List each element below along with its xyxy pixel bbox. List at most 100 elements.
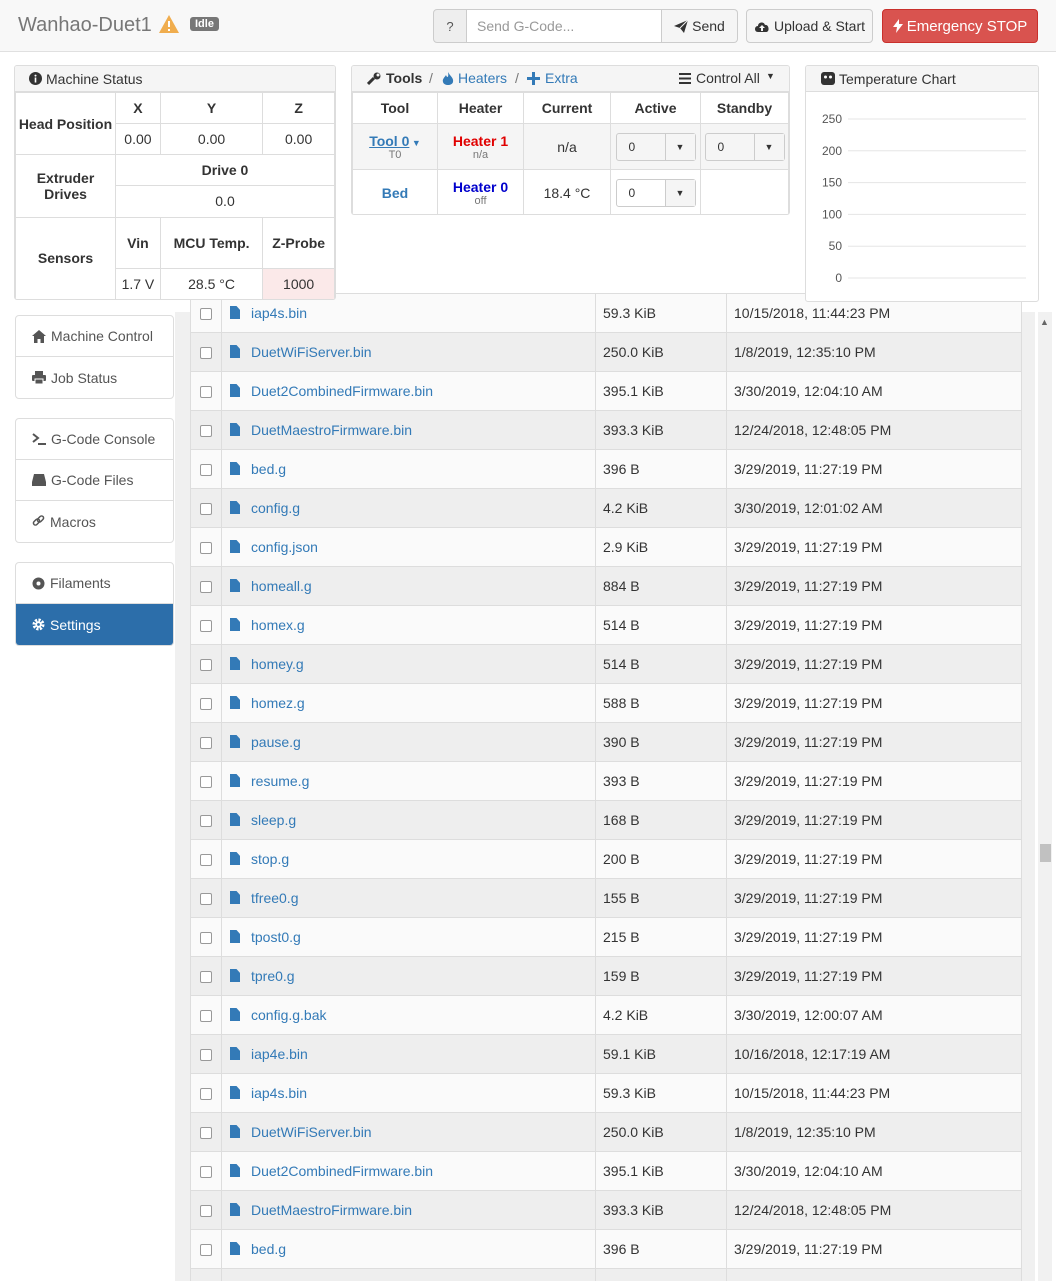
table-row: config.g4.2 KiB3/30/2019, 12:01:02 AM xyxy=(190,488,1022,528)
file-name-link[interactable]: bed.g xyxy=(251,461,286,477)
scrollbar-thumb[interactable] xyxy=(1040,844,1051,862)
page-scrollbar[interactable]: ▲ xyxy=(1038,312,1052,1281)
file-name-link[interactable]: DuetWiFiServer.bin xyxy=(251,1124,372,1140)
sidebar-item-label: G-Code Console xyxy=(51,431,156,447)
file-icon xyxy=(230,1086,240,1099)
file-name-link[interactable]: tpre0.g xyxy=(251,968,295,984)
sidebar-item-machine-control[interactable]: Machine Control xyxy=(16,316,173,357)
send-button[interactable]: Send xyxy=(662,9,738,43)
sidebar-item-macros[interactable]: Macros xyxy=(16,501,173,542)
file-name-link[interactable]: Duet2CombinedFirmware.bin xyxy=(251,1163,433,1179)
row-checkbox[interactable] xyxy=(200,425,212,438)
file-name-link[interactable]: resume.g xyxy=(251,773,309,789)
row-checkbox[interactable] xyxy=(200,1127,212,1140)
tool-0-active-input[interactable]: 0 ▼ xyxy=(615,132,696,161)
file-name-link[interactable]: DuetMaestroFirmware.bin xyxy=(251,422,412,438)
sidebar-item-filaments[interactable]: Filaments xyxy=(16,563,173,604)
row-checkbox[interactable] xyxy=(200,1166,212,1179)
upload-start-button[interactable]: Upload & Start xyxy=(746,9,873,43)
row-checkbox[interactable] xyxy=(200,854,212,867)
row-checkbox[interactable] xyxy=(200,620,212,633)
heater-0-cell[interactable]: Heater 0 off xyxy=(437,169,524,214)
file-name-link[interactable]: iap4s.bin xyxy=(251,1085,307,1101)
gcode-help-button[interactable]: ? xyxy=(433,9,467,43)
file-name-link[interactable]: sleep.g xyxy=(251,812,296,828)
row-checkbox[interactable] xyxy=(200,659,212,672)
row-checkbox[interactable] xyxy=(200,581,212,594)
tab-heaters[interactable]: Heaters xyxy=(458,70,507,86)
file-name-link[interactable]: pause.g xyxy=(251,734,301,750)
bed-active-input[interactable]: 0 ▼ xyxy=(615,178,696,207)
file-name-link[interactable]: DuetMaestroFirmware.bin xyxy=(251,1202,412,1218)
file-size: 59.3 KiB xyxy=(595,1073,727,1113)
heater-1-cell[interactable]: Heater 1 n/a xyxy=(437,123,524,170)
control-all-dropdown[interactable]: Control All xyxy=(696,70,760,86)
file-name-link[interactable]: DuetWiFiServer.bin xyxy=(251,344,372,360)
sidebar-item-settings[interactable]: Settings xyxy=(16,604,173,645)
file-name-link[interactable]: tpost0.g xyxy=(251,929,301,945)
row-checkbox[interactable] xyxy=(200,464,212,477)
tool-0-link[interactable]: Tool 0 xyxy=(369,133,409,149)
row-checkbox[interactable] xyxy=(200,1205,212,1218)
file-name-link[interactable]: iap4s.bin xyxy=(251,305,307,321)
gcode-input[interactable]: Send G-Code... xyxy=(467,9,662,43)
row-checkbox-cell xyxy=(190,1190,222,1230)
row-checkbox[interactable] xyxy=(200,932,212,945)
row-checkbox[interactable] xyxy=(200,737,212,750)
chevron-down-icon[interactable]: ▼ xyxy=(664,133,695,160)
row-checkbox[interactable] xyxy=(200,1049,212,1062)
sidebar-item-gcode-console[interactable]: G-Code Console xyxy=(16,419,173,460)
machine-name[interactable]: Wanhao-Duet1 xyxy=(18,14,152,37)
row-checkbox[interactable] xyxy=(200,893,212,906)
file-name-link[interactable]: homex.g xyxy=(251,617,305,633)
file-name-link[interactable]: tfree0.g xyxy=(251,890,298,906)
row-checkbox[interactable] xyxy=(200,542,212,555)
gcode-input-group: ? Send G-Code... Send xyxy=(433,9,738,43)
sidebar-item-gcode-files[interactable]: G-Code Files xyxy=(16,460,173,501)
file-date: 3/30/2019, 12:01:02 AM xyxy=(726,488,1022,528)
file-size: 59.1 KiB xyxy=(595,1034,727,1074)
sidebar-item-label: Macros xyxy=(50,513,96,530)
scroll-up-arrow-icon[interactable]: ▲ xyxy=(1040,317,1049,327)
bed-link[interactable]: Bed xyxy=(382,185,408,201)
table-row: config.g4.2 KiB3/30/2019, 12:01:02 AM xyxy=(190,1268,1022,1281)
row-checkbox[interactable] xyxy=(200,698,212,711)
file-name-link[interactable]: iap4e.bin xyxy=(251,1046,308,1062)
table-row: homez.g 588 B 3/29/2019, 11:27:19 PM xyxy=(190,683,1022,723)
file-name-link[interactable]: config.json xyxy=(251,539,318,555)
row-checkbox[interactable] xyxy=(200,347,212,360)
sidebar-item-job-status[interactable]: Job Status xyxy=(16,357,173,398)
file-icon xyxy=(230,696,240,709)
table-row: homeall.g 884 B 3/29/2019, 11:27:19 PM xyxy=(190,566,1022,606)
file-name-cell: DuetWiFiServer.bin xyxy=(221,1112,596,1152)
file-name-link[interactable]: stop.g xyxy=(251,851,289,867)
row-checkbox[interactable] xyxy=(200,503,212,516)
file-name-link[interactable]: homeall.g xyxy=(251,578,312,594)
row-checkbox[interactable] xyxy=(200,1088,212,1101)
file-name-link[interactable]: homez.g xyxy=(251,695,305,711)
tools-table: Tool Heater Current Active Standby Tool … xyxy=(352,92,789,214)
tab-extra[interactable]: Extra xyxy=(545,70,578,86)
file-name-link[interactable]: homey.g xyxy=(251,656,304,672)
file-name-link[interactable]: config.g xyxy=(251,500,300,516)
file-name-link[interactable]: Duet2CombinedFirmware.bin xyxy=(251,383,433,399)
file-name-link[interactable]: config.g.bak xyxy=(251,1007,327,1023)
tab-tools[interactable]: Tools xyxy=(386,70,422,86)
row-checkbox[interactable] xyxy=(200,971,212,984)
file-name-link[interactable]: bed.g xyxy=(251,1241,286,1257)
chevron-down-icon[interactable]: ▼ xyxy=(753,133,784,160)
row-checkbox[interactable] xyxy=(200,815,212,828)
emergency-stop-button[interactable]: Emergency STOP xyxy=(882,9,1038,43)
chevron-down-icon[interactable]: ▼ xyxy=(664,179,695,206)
row-checkbox[interactable] xyxy=(200,776,212,789)
row-checkbox[interactable] xyxy=(200,308,212,321)
table-row: resume.g 393 B 3/29/2019, 11:27:19 PM xyxy=(190,761,1022,801)
row-checkbox[interactable] xyxy=(200,1244,212,1257)
file-icon xyxy=(230,1203,240,1216)
row-checkbox-cell xyxy=(190,800,222,840)
y-tick-label: 250 xyxy=(822,112,842,126)
row-checkbox[interactable] xyxy=(200,1010,212,1023)
row-checkbox[interactable] xyxy=(200,386,212,399)
row-checkbox-cell xyxy=(190,488,222,528)
tool-0-standby-input[interactable]: 0 ▼ xyxy=(704,132,785,161)
